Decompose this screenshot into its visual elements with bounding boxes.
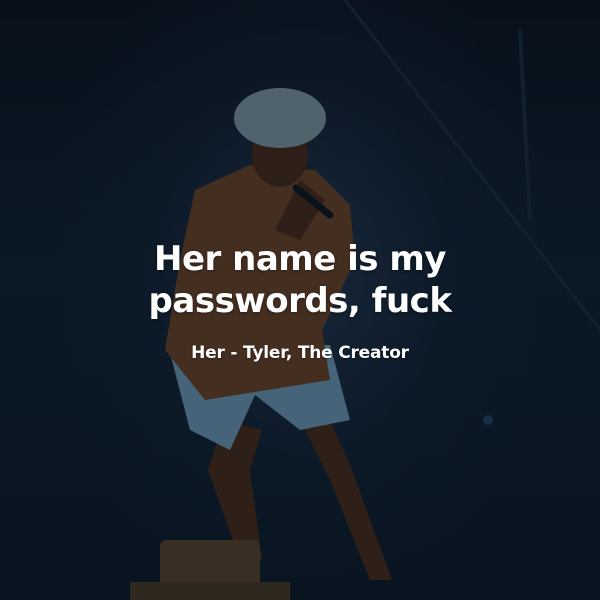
quote-text: Her name is my passwords, fuck bbox=[148, 239, 452, 321]
song-attribution: Her - Tyler, The Creator bbox=[191, 343, 409, 363]
quote-block: Her name is my passwords, fuck Her - Tyl… bbox=[0, 238, 600, 364]
quote-card: Her name is my passwords, fuck Her - Tyl… bbox=[0, 0, 600, 600]
